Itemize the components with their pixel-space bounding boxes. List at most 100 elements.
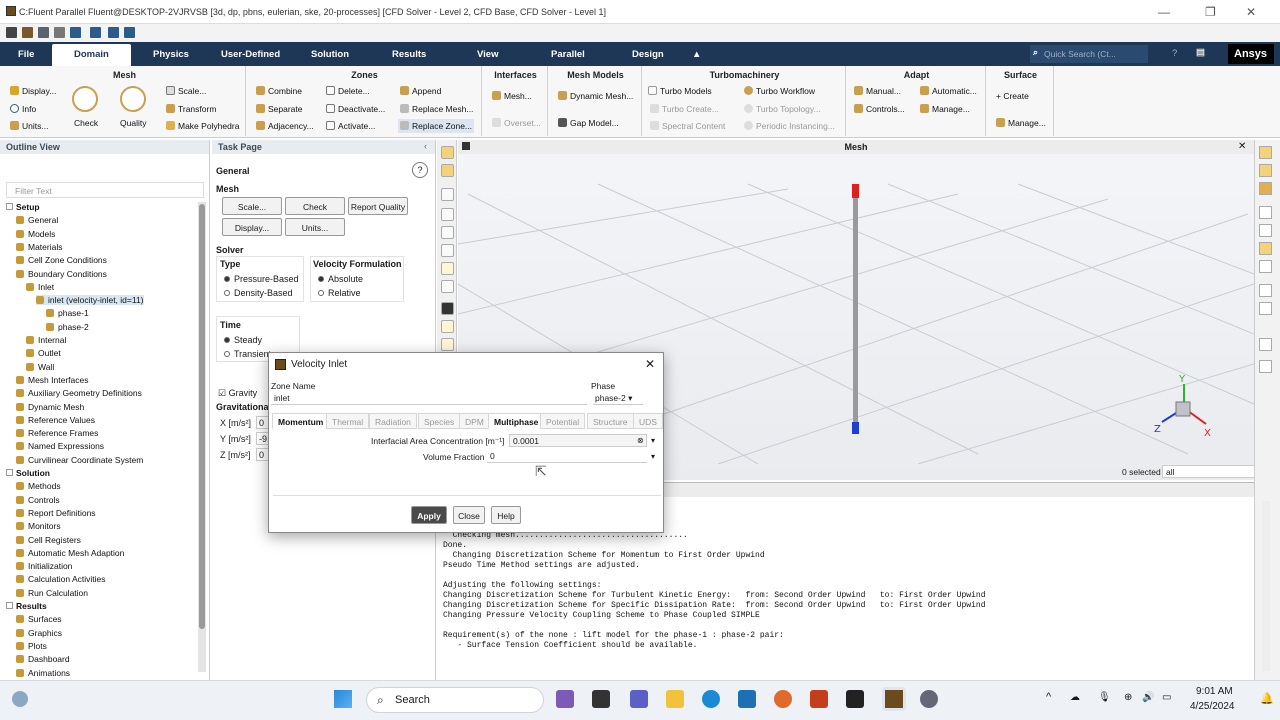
play-icon[interactable] xyxy=(441,302,454,315)
tree-item[interactable]: Cell Registers xyxy=(16,535,81,545)
app-icon[interactable] xyxy=(774,690,792,708)
tile-icon[interactable] xyxy=(124,27,135,38)
expand-toggle-icon[interactable] xyxy=(6,469,13,476)
console-scrollbar[interactable] xyxy=(1262,501,1270,671)
tool-icon[interactable] xyxy=(1259,302,1272,315)
replace-zone-button[interactable]: Replace Zone... xyxy=(398,119,475,133)
minimize-icon[interactable]: — xyxy=(1158,5,1170,19)
view-icon[interactable] xyxy=(441,164,454,177)
tree-item[interactable]: Dashboard xyxy=(16,654,70,664)
tree-item[interactable]: Auxiliary Geometry Definitions xyxy=(16,388,142,398)
adapt-manage-button[interactable]: Manage... xyxy=(920,104,970,114)
quick-search-input[interactable]: Quick Search (Ct... xyxy=(1030,45,1148,63)
volume-fraction-input[interactable]: 0 xyxy=(487,450,647,463)
tool-icon[interactable] xyxy=(1259,146,1272,159)
tool-icon[interactable] xyxy=(1259,182,1272,195)
menu-solution[interactable]: Solution xyxy=(311,49,349,60)
tab-structure[interactable]: Structure xyxy=(587,413,634,429)
layout-icon[interactable] xyxy=(70,27,81,38)
display-button[interactable]: Display... xyxy=(222,218,282,236)
help-icon[interactable]: ? xyxy=(1172,48,1177,59)
tab-uds[interactable]: UDS xyxy=(633,413,663,429)
interfacial-area-input[interactable]: 0.0001 xyxy=(509,434,647,447)
tree-item[interactable]: phase-1 xyxy=(46,308,89,318)
tree-item[interactable]: Run Calculation xyxy=(16,588,88,598)
tree-item[interactable]: Monitors xyxy=(16,521,61,531)
steady-radio[interactable]: Steady xyxy=(224,335,262,345)
chevron-up-icon[interactable]: ^ xyxy=(1046,691,1051,703)
combine-button[interactable]: Combine xyxy=(256,86,302,96)
adapt-automatic-button[interactable]: Automatic... xyxy=(920,86,977,96)
dynamic-mesh-button[interactable]: Dynamic Mesh... xyxy=(558,91,633,101)
maximize-icon[interactable]: ❐ xyxy=(1205,5,1216,19)
tab-momentum[interactable]: Momentum xyxy=(272,413,330,429)
tab-multiphase[interactable]: Multiphase xyxy=(488,413,545,429)
check-button[interactable]: Check xyxy=(74,118,98,128)
menu-design[interactable]: Design xyxy=(632,49,664,60)
turbo-workflow-button[interactable]: Turbo Workflow xyxy=(744,86,815,96)
info-button[interactable]: Info xyxy=(10,104,36,114)
fit-icon[interactable] xyxy=(441,146,454,159)
tree-item[interactable]: Plots xyxy=(16,641,47,651)
save-icon[interactable] xyxy=(38,27,49,38)
tree-item[interactable]: Models xyxy=(16,229,55,239)
append-button[interactable]: Append xyxy=(400,86,441,96)
tab-potential[interactable]: Potential xyxy=(540,413,586,429)
tree-item[interactable]: Wall xyxy=(26,362,54,372)
tree-item[interactable]: Automatic Mesh Adaption xyxy=(16,548,124,558)
adapt-manual-button[interactable]: Manual... xyxy=(854,86,901,96)
turbo-models-button[interactable]: Turbo Models xyxy=(648,86,712,96)
adapt-controls-button[interactable]: Controls... xyxy=(854,104,905,114)
deactivate-button[interactable]: Deactivate... xyxy=(326,104,385,114)
tree-item[interactable]: Boundary Conditions xyxy=(16,269,107,279)
surface-create-button[interactable]: + Create xyxy=(996,91,1029,101)
edge-icon[interactable] xyxy=(702,690,720,708)
turbo-topology-button[interactable]: Turbo Topology... xyxy=(744,104,821,114)
rotate-icon[interactable] xyxy=(441,208,454,221)
tree-item[interactable]: Cell Zone Conditions xyxy=(16,255,107,265)
transient-radio[interactable]: Transient xyxy=(224,349,271,359)
task-view-icon[interactable] xyxy=(592,690,610,708)
tree-item[interactable]: Materials xyxy=(16,242,62,252)
tool-icon[interactable] xyxy=(1259,338,1272,351)
units-button[interactable]: Units... xyxy=(10,121,48,131)
menu-view[interactable]: View xyxy=(477,49,498,60)
tree-item[interactable]: Graphics xyxy=(16,628,62,638)
selection-filter-select[interactable]: all xyxy=(1162,465,1268,478)
menu-file[interactable]: File xyxy=(18,49,34,60)
window-icon[interactable] xyxy=(90,27,101,38)
help-button[interactable]: Help xyxy=(491,506,521,524)
tree-item[interactable]: Reference Frames xyxy=(16,428,98,438)
notification-icon[interactable]: 🔔 xyxy=(1260,692,1274,705)
tree-item[interactable]: inlet (velocity-inlet, id=11) xyxy=(36,295,144,306)
tree-item[interactable]: Mesh Interfaces xyxy=(16,375,88,385)
dialog-close-icon[interactable]: ✕ xyxy=(645,357,655,371)
tree-item[interactable]: Outlet xyxy=(26,348,61,358)
relative-radio[interactable]: Relative xyxy=(318,288,361,298)
tree-item[interactable]: Controls xyxy=(16,495,60,505)
menu-results[interactable]: Results xyxy=(392,49,426,60)
tree-item[interactable]: Report Definitions xyxy=(16,508,96,518)
powerpoint-icon[interactable] xyxy=(810,690,828,708)
spectral-content-button[interactable]: Spectral Content xyxy=(650,121,725,131)
windows-start-icon[interactable] xyxy=(334,690,352,708)
report-quality-button[interactable]: Report Quality xyxy=(348,197,408,215)
tree-item[interactable]: Surfaces xyxy=(16,614,62,624)
tool-icon[interactable] xyxy=(1259,242,1272,255)
open-icon[interactable] xyxy=(22,27,33,38)
zoom-box-icon[interactable] xyxy=(441,262,454,275)
tree-item[interactable]: Inlet xyxy=(26,282,54,292)
zoom-icon[interactable] xyxy=(441,244,454,257)
close-button[interactable]: Close xyxy=(453,506,485,524)
scale-button[interactable]: Scale... xyxy=(222,197,282,215)
gap-model-button[interactable]: Gap Model... xyxy=(558,118,619,128)
pan-icon[interactable] xyxy=(441,226,454,239)
cloud-icon[interactable]: ☁ xyxy=(1070,692,1080,703)
surface-manage-button[interactable]: Manage... xyxy=(996,118,1046,128)
menu-user-defined[interactable]: User-Defined xyxy=(221,49,280,60)
tab-dpm[interactable]: DPM xyxy=(459,413,490,429)
turbo-models-checkbox[interactable] xyxy=(648,86,657,95)
scale-button[interactable]: Scale... xyxy=(166,86,206,96)
tab-radiation[interactable]: Radiation xyxy=(369,413,417,429)
tree-item[interactable]: General xyxy=(16,215,58,225)
